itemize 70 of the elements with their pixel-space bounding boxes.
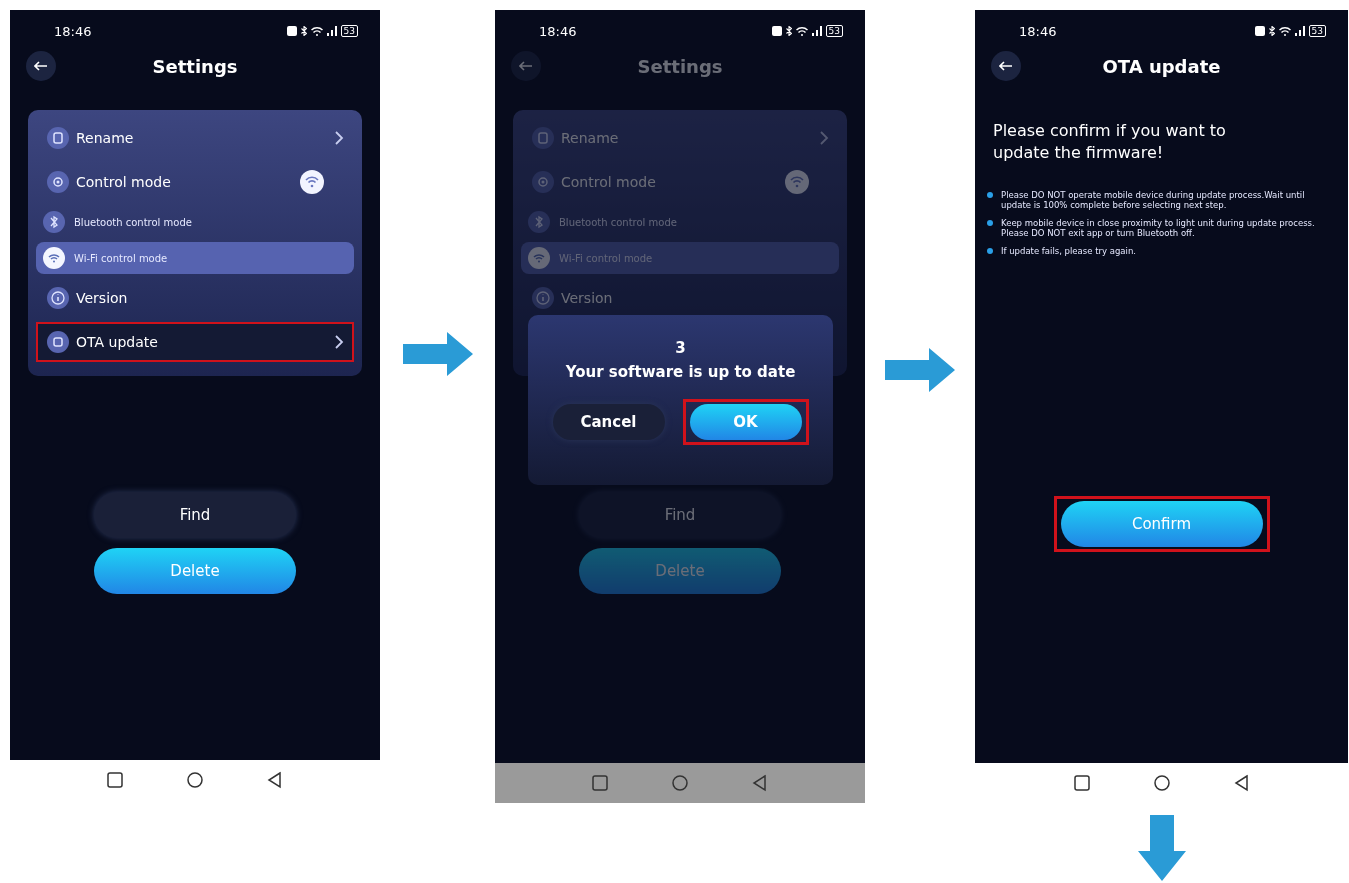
note-text: If update fails, please try again. <box>1001 246 1136 256</box>
screen-title: Settings <box>151 55 239 77</box>
settings-row[interactable]: Rename <box>36 118 354 158</box>
status-time: 18:46 <box>54 23 92 39</box>
wifi-icon <box>527 246 551 270</box>
settings-row[interactable]: Version <box>36 278 354 318</box>
back-button[interactable] <box>26 51 56 81</box>
wifi-icon <box>795 26 808 36</box>
primary-button[interactable]: Confirm <box>1060 501 1263 547</box>
target-icon <box>531 170 555 194</box>
back-arrow-icon <box>34 61 48 71</box>
bluetooth-icon <box>527 210 551 234</box>
bluetooth-icon <box>785 26 792 36</box>
confirm-heading: Please confirm if you want to update the firmware! <box>993 120 1227 164</box>
status-time: 18:46 <box>1019 23 1057 39</box>
home-icon[interactable] <box>1152 774 1171 792</box>
back-arrow-icon <box>519 61 533 71</box>
screen-title: Settings <box>636 55 724 77</box>
recents-icon[interactable] <box>591 774 609 792</box>
bullet-dot <box>987 192 993 198</box>
chevron-icon <box>334 334 344 350</box>
mode-option[interactable]: Wi-Fi control mode <box>36 242 354 274</box>
settings-row[interactable]: Control mode <box>521 162 839 202</box>
back-icon[interactable] <box>1232 774 1251 792</box>
info-icon <box>531 286 555 310</box>
bluetooth-icon <box>300 26 307 36</box>
bluetooth-icon <box>1268 26 1275 36</box>
chevron-icon <box>819 130 829 146</box>
down-arrow-icon <box>1137 815 1186 881</box>
note-text: Please DO NOT operate mobile device during update process.Wait until update is 100% complete before selecting next step. <box>1001 190 1306 210</box>
right-arrow-icon <box>885 348 955 392</box>
signal-icon <box>326 26 337 36</box>
chevron-icon <box>334 130 344 146</box>
bullet-dot <box>987 220 993 226</box>
battery-level: 53 <box>825 25 843 37</box>
wifi-icon <box>42 246 66 270</box>
settings-row[interactable]: OTA update <box>36 322 354 362</box>
recents-icon[interactable] <box>1072 774 1091 792</box>
settings-row[interactable]: Control mode <box>36 162 354 202</box>
primary-button[interactable]: OK <box>689 404 802 440</box>
screen-title: OTA update <box>1101 55 1222 77</box>
signal-icon <box>811 26 822 36</box>
home-icon[interactable] <box>186 771 204 789</box>
wifi-icon <box>310 26 323 36</box>
back-arrow-icon <box>999 61 1013 71</box>
secondary-button[interactable]: Find <box>579 492 781 538</box>
bluetooth-icon <box>42 210 66 234</box>
back-button[interactable] <box>991 51 1021 81</box>
recents-icon[interactable] <box>106 771 124 789</box>
primary-button[interactable]: Delete <box>94 548 296 594</box>
settings-row[interactable]: Rename <box>521 118 839 158</box>
right-arrow-icon <box>402 332 473 376</box>
status-time: 18:46 <box>539 23 577 39</box>
dialog-count: 3 <box>675 339 686 357</box>
secondary-button[interactable]: Cancel <box>552 404 665 440</box>
mode-option[interactable]: Bluetooth control mode <box>36 206 354 238</box>
target-icon <box>46 170 70 194</box>
dialog-message: Your software is up to date <box>565 363 796 381</box>
info-icon <box>46 286 70 310</box>
back-icon[interactable] <box>266 771 284 789</box>
secondary-button[interactable]: Find <box>94 492 296 538</box>
wifi-icon <box>1278 26 1291 36</box>
wifi-icon <box>300 170 324 194</box>
note-text: Keep mobile device in close proximity to light unit during update process. Please DO NOT exit app or turn Bluetooth off. <box>1001 218 1316 238</box>
battery-level: 53 <box>340 25 358 37</box>
mode-option[interactable]: Bluetooth control mode <box>521 206 839 238</box>
battery-level: 53 <box>1308 25 1326 37</box>
bullet-dot <box>987 248 993 254</box>
wifi-icon <box>785 170 809 194</box>
signal-icon <box>1294 26 1305 36</box>
